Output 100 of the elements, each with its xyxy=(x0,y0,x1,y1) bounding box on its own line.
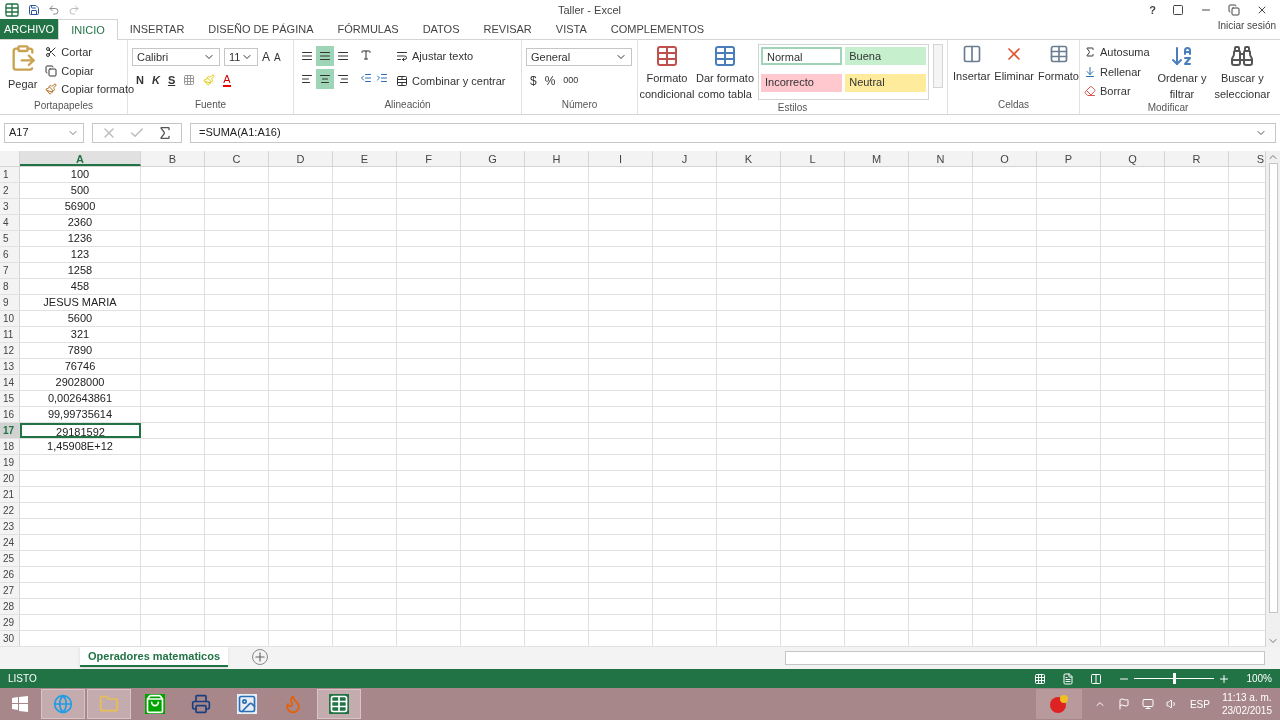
name-box[interactable]: A17 xyxy=(4,122,84,143)
shrink-font-button[interactable]: A xyxy=(274,49,281,65)
zoom-slider[interactable] xyxy=(1134,673,1215,684)
zoom-thumb[interactable] xyxy=(1173,673,1177,684)
column-header[interactable]: E xyxy=(333,151,397,166)
row-header[interactable]: 2 xyxy=(0,183,20,198)
ribbon-tab[interactable]: INSERTAR xyxy=(117,19,197,39)
vertical-align-button[interactable] xyxy=(316,46,334,66)
column-header[interactable]: B xyxy=(141,151,205,166)
column-header[interactable]: K xyxy=(717,151,781,166)
paste-button[interactable]: Pegar xyxy=(4,44,42,98)
find-select-button[interactable]: Buscar y seleccionar xyxy=(1214,44,1271,100)
cell-style-item[interactable]: Incorrecto xyxy=(761,73,843,92)
horizontal-align-button[interactable] xyxy=(316,69,334,89)
clear-button[interactable]: Borrar xyxy=(1084,83,1150,100)
column-header[interactable]: F xyxy=(397,151,461,166)
ribbon-tab[interactable]: DISEÑO DE PÁGINA xyxy=(196,19,326,39)
row-header[interactable]: 21 xyxy=(0,487,20,502)
row-header[interactable]: 29 xyxy=(0,615,20,630)
ribbon-tab[interactable]: REVISAR xyxy=(471,19,544,39)
font-size-dropdown[interactable]: 11 xyxy=(224,48,258,66)
column-header[interactable]: P xyxy=(1037,151,1101,166)
cells-button[interactable]: Formato xyxy=(1037,44,1080,85)
thousands-button[interactable]: 000 xyxy=(563,74,579,88)
row-header[interactable]: 18 xyxy=(0,439,20,454)
number-format-dropdown[interactable]: General xyxy=(526,48,632,66)
cell-style-item[interactable]: Neutral xyxy=(845,73,927,92)
cut-button[interactable]: Cortar xyxy=(45,44,135,61)
row-header[interactable]: 19 xyxy=(0,455,20,470)
row-header[interactable]: 8 xyxy=(0,279,20,294)
sort-filter-button[interactable]: Ordenar y filtrar xyxy=(1157,44,1207,100)
column-header[interactable]: G xyxy=(461,151,525,166)
row-header[interactable]: 3 xyxy=(0,199,20,214)
ribbon-tab[interactable]: INICIO xyxy=(58,19,118,40)
conditional-format-button[interactable]: Formato condicional xyxy=(642,44,692,100)
sign-in-link[interactable]: Iniciar sesión xyxy=(1217,18,1276,33)
row-header[interactable]: 11 xyxy=(0,327,20,342)
row-header[interactable]: 22 xyxy=(0,503,20,518)
column-header[interactable]: A xyxy=(20,151,141,166)
ribbon-tab[interactable]: FÓRMULAS xyxy=(325,19,411,39)
row-header[interactable]: 4 xyxy=(0,215,20,230)
currency-button[interactable]: $ xyxy=(530,72,537,90)
sheet-tab[interactable]: Operadores matematicos xyxy=(80,647,229,667)
cells-button[interactable]: Insertar xyxy=(952,44,992,85)
vertical-scrollbar[interactable] xyxy=(1265,151,1280,647)
row-header[interactable]: 9 xyxy=(0,295,20,310)
column-header[interactable]: N xyxy=(909,151,973,166)
copy-button[interactable]: Copiar xyxy=(45,62,135,79)
ribbon-tab[interactable]: DATOS xyxy=(410,19,472,39)
column-header[interactable]: R xyxy=(1165,151,1229,166)
row-header[interactable]: 7 xyxy=(0,263,20,278)
font-color-button[interactable]: A xyxy=(223,73,231,87)
row-header[interactable]: 12 xyxy=(0,343,20,358)
underline-button[interactable]: S xyxy=(167,72,176,89)
column-header[interactable]: H xyxy=(525,151,589,166)
row-header[interactable]: 25 xyxy=(0,551,20,566)
merge-center-button[interactable]: Combinar y centrar xyxy=(396,72,506,89)
row-header[interactable]: 17 xyxy=(0,423,20,438)
percent-button[interactable]: % xyxy=(544,72,556,90)
row-header[interactable]: 20 xyxy=(0,471,20,486)
row-header[interactable]: 1 xyxy=(0,167,20,182)
column-header[interactable]: C xyxy=(205,151,269,166)
column-header[interactable]: D xyxy=(269,151,333,166)
row-header[interactable]: 13 xyxy=(0,359,20,374)
notification-tray-button[interactable] xyxy=(1035,689,1082,719)
row-header[interactable]: 10 xyxy=(0,311,20,326)
row-header[interactable]: 6 xyxy=(0,247,20,262)
column-header[interactable]: J xyxy=(653,151,717,166)
format-as-table-button[interactable]: Dar formato como tabla xyxy=(696,44,754,100)
column-header[interactable]: M xyxy=(845,151,909,166)
row-header[interactable]: 15 xyxy=(0,391,20,406)
row-header[interactable]: 27 xyxy=(0,583,20,598)
row-header[interactable]: 16 xyxy=(0,407,20,422)
row-header[interactable]: 24 xyxy=(0,535,20,550)
italic-button[interactable]: K xyxy=(151,72,160,89)
horizontal-scrollbar[interactable] xyxy=(785,651,1265,665)
column-header[interactable]: L xyxy=(781,151,845,166)
row-header[interactable]: 14 xyxy=(0,375,20,390)
row-header[interactable]: 26 xyxy=(0,567,20,582)
cells-button[interactable]: Eliminar xyxy=(993,44,1036,85)
row-header[interactable]: 30 xyxy=(0,631,20,646)
row-header[interactable]: 28 xyxy=(0,599,20,614)
autosum-button[interactable]: Autosuma xyxy=(1084,44,1150,61)
help-button[interactable]: ? xyxy=(1149,1,1156,19)
row-header[interactable]: 23 xyxy=(0,519,20,534)
cell-style-item[interactable]: Buena xyxy=(845,47,927,65)
ribbon-tab[interactable]: COMPLEMENTOS xyxy=(598,19,717,39)
format-painter-button[interactable]: Copiar formato xyxy=(45,81,135,98)
formula-field[interactable]: =SUMA(A1:A16) xyxy=(190,122,1276,143)
cell-style-item[interactable]: Normal xyxy=(761,47,843,65)
taskbar-app[interactable] xyxy=(317,689,361,719)
ribbon-tab[interactable]: ARCHIVO xyxy=(0,19,59,39)
column-header[interactable]: Q xyxy=(1101,151,1165,166)
column-header[interactable]: I xyxy=(589,151,653,166)
ribbon-tab[interactable]: VISTA xyxy=(543,19,599,39)
row-header[interactable]: 5 xyxy=(0,231,20,246)
font-family-dropdown[interactable]: Calibri xyxy=(132,48,220,66)
column-header[interactable]: O xyxy=(973,151,1037,166)
bold-button[interactable]: N xyxy=(136,72,144,89)
fill-button[interactable]: Rellenar xyxy=(1084,63,1150,80)
